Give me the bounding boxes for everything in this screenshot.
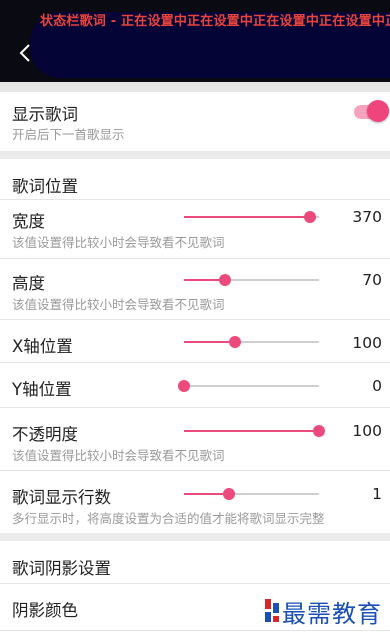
slider-thumb[interactable] bbox=[218, 274, 231, 286]
setting-value: 0 bbox=[372, 377, 382, 395]
setting-hint: 多行显示时，将高度设置为合适的值才能将歌词显示完整 bbox=[12, 511, 325, 526]
watermark-text: 最需教育 bbox=[282, 600, 382, 628]
divider bbox=[0, 319, 390, 320]
divider bbox=[0, 470, 390, 471]
show-lyrics-subtitle: 开启后下一首歌显示 bbox=[12, 127, 125, 142]
brand-logo-icon bbox=[265, 599, 279, 622]
back-arrow-icon[interactable] bbox=[14, 42, 36, 64]
top-bar: 状态栏歌词 - 正在设置中正在设置中正在设置中正在设置中正在设置中 bbox=[0, 0, 390, 82]
slider-fill bbox=[184, 430, 319, 432]
slider-fill bbox=[184, 216, 310, 218]
section-gap bbox=[0, 151, 390, 159]
section-gap bbox=[0, 533, 390, 541]
setting-label: 高度 bbox=[12, 274, 45, 293]
setting-slider[interactable] bbox=[184, 274, 319, 286]
setting-label: Y轴位置 bbox=[12, 380, 72, 399]
setting-value: 100 bbox=[352, 334, 382, 352]
divider bbox=[0, 407, 390, 408]
setting-value: 100 bbox=[352, 422, 382, 440]
lyrics-position-header: 歌词位置 bbox=[12, 177, 78, 196]
setting-label: 歌词显示行数 bbox=[12, 488, 111, 507]
divider bbox=[0, 258, 390, 259]
setting-slider[interactable] bbox=[184, 425, 325, 437]
setting-slider[interactable] bbox=[184, 336, 319, 348]
slider-fill bbox=[184, 341, 236, 343]
setting-hint: 该值设置得比较小时会导致看不见歌词 bbox=[12, 297, 225, 312]
watermark: 最需教育 bbox=[262, 592, 390, 632]
setting-hint: 该值设置得比较小时会导致看不见歌词 bbox=[12, 235, 225, 250]
setting-label: X轴位置 bbox=[12, 337, 73, 356]
setting-value: 370 bbox=[352, 208, 382, 226]
divider bbox=[0, 583, 390, 584]
setting-slider[interactable] bbox=[184, 211, 319, 223]
shadow-settings-header: 歌词阴影设置 bbox=[12, 559, 111, 578]
setting-slider[interactable] bbox=[178, 380, 319, 392]
slider-thumb[interactable] bbox=[229, 336, 242, 348]
show-lyrics-title: 显示歌词 bbox=[12, 105, 78, 124]
show-lyrics-toggle-knob[interactable] bbox=[367, 100, 389, 122]
slider-thumb[interactable] bbox=[222, 488, 235, 500]
shadow-color-label: 阴影颜色 bbox=[12, 601, 78, 620]
slider-thumb[interactable] bbox=[178, 380, 190, 392]
setting-hint: 该值设置得比较小时会导致看不见歌词 bbox=[12, 448, 225, 463]
setting-value: 1 bbox=[372, 485, 382, 503]
divider bbox=[0, 362, 390, 363]
setting-label: 不透明度 bbox=[12, 425, 78, 444]
divider bbox=[0, 199, 390, 200]
setting-slider[interactable] bbox=[184, 488, 319, 500]
slider-thumb[interactable] bbox=[303, 211, 316, 223]
setting-label: 宽度 bbox=[12, 212, 45, 231]
top-divider bbox=[0, 82, 390, 92]
status-bar-lyrics-marquee: 状态栏歌词 - 正在设置中正在设置中正在设置中正在设置中正在设置中 bbox=[40, 14, 390, 29]
setting-value: 70 bbox=[362, 271, 382, 289]
slider-thumb[interactable] bbox=[313, 425, 325, 437]
slider-fill bbox=[184, 493, 229, 495]
